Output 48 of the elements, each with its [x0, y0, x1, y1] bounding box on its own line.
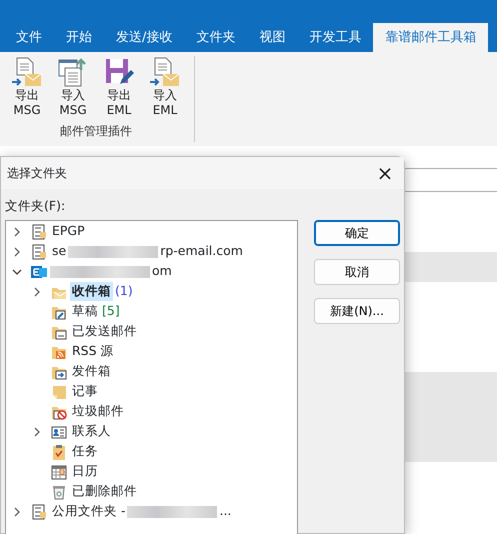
folder-count: (1) [115, 282, 133, 300]
document-envelope-icon [11, 56, 43, 88]
folder-label[interactable]: om [150, 262, 174, 282]
store-icon [31, 224, 47, 240]
trash-icon [51, 484, 67, 500]
close-button[interactable]: × [370, 162, 400, 184]
ribbon-tab[interactable]: 发送/接收 [104, 23, 184, 52]
folder-label[interactable]: RSS 源 [70, 342, 116, 362]
folder-label[interactable]: 任务 [70, 442, 100, 462]
folder-label[interactable]: ... [217, 502, 234, 522]
dialog-button[interactable]: 确定 [314, 220, 400, 246]
ribbon-tab[interactable]: 靠谱邮件工具箱 [373, 23, 488, 52]
dialog-title: 选择文件夹 [7, 165, 67, 182]
calendar-icon [51, 464, 67, 480]
document-envelope-icon [149, 56, 181, 88]
folder-label[interactable]: 已删除邮件 [70, 482, 139, 502]
ribbon-button[interactable]: 导出 EML [98, 56, 140, 118]
clipboard-check-icon [51, 444, 67, 460]
ribbon-tab[interactable]: 视图 [247, 23, 298, 52]
dialog-button[interactable]: 取消 [314, 258, 400, 285]
folder-label[interactable]: rp-email.com [158, 242, 245, 262]
field-label: 文件夹(F): [5, 198, 66, 213]
folder-label[interactable]: 日历 [70, 462, 100, 482]
folder-label[interactable]: 发件箱 [70, 362, 113, 382]
ribbon-tab[interactable]: 开发工具 [297, 23, 374, 52]
ribbon-button[interactable]: 导入 EML [144, 56, 186, 118]
folder-label[interactable]: 收件箱 [70, 282, 113, 302]
folder-label[interactable]: 垃圾邮件 [70, 402, 126, 422]
ribbon-button[interactable]: 导出 MSG [6, 56, 48, 118]
group-label: 邮件管理插件 [60, 123, 132, 140]
store-icon [31, 244, 47, 260]
folder-label[interactable]: EPGP [50, 222, 87, 242]
folder-label[interactable]: 草稿 [70, 302, 100, 322]
ribbon-tab[interactable]: 文件 [4, 23, 54, 52]
folder-label[interactable]: 联系人 [70, 422, 113, 442]
ribbon-tab[interactable]: 开始 [54, 23, 104, 52]
note-icon [51, 384, 67, 400]
store-icon [31, 504, 47, 520]
ribbon-button[interactable]: 导入 MSG [52, 56, 94, 118]
folder-count: [5] [102, 302, 120, 320]
dialog-button[interactable]: 新建(N)... [314, 298, 400, 324]
folder-label[interactable]: 公用文件夹 - [50, 502, 128, 522]
folder-label[interactable]: 记事 [70, 382, 100, 402]
ribbon-tab[interactable]: 文件夹 [184, 23, 248, 52]
contact-card-icon [51, 424, 67, 440]
folder-label[interactable]: 已发送邮件 [70, 322, 139, 342]
exchange-icon [31, 264, 47, 280]
folder-label[interactable]: se [50, 242, 68, 262]
